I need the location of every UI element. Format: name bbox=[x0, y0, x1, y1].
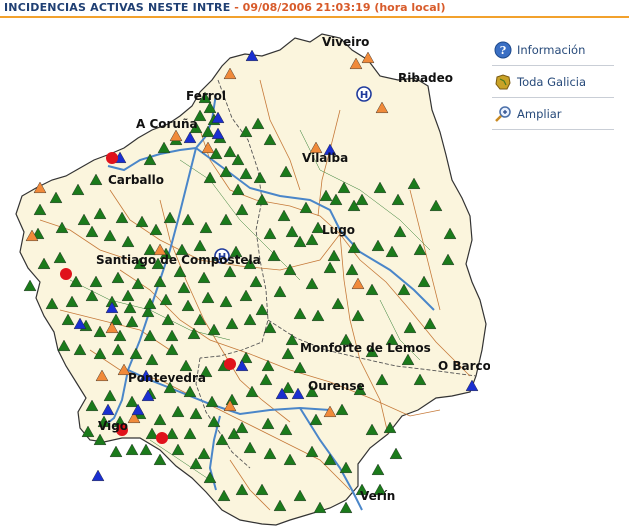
town-label: Verín bbox=[360, 489, 395, 503]
zoom-in-icon bbox=[494, 105, 512, 123]
alert-marker[interactable] bbox=[156, 432, 168, 444]
info-button[interactable]: ? Información bbox=[492, 34, 614, 66]
zoom-label: Ampliar bbox=[517, 106, 562, 121]
svg-text:?: ? bbox=[500, 44, 506, 57]
zoom-button[interactable]: Ampliar bbox=[492, 98, 614, 130]
town-label: A Coruña bbox=[136, 117, 198, 131]
page-header: INCIDENCIAS ACTIVAS NESTE INTRE - 09/08/… bbox=[0, 0, 629, 18]
town-label: Lugo bbox=[322, 223, 355, 237]
info-icon: ? bbox=[494, 41, 512, 59]
town-label: Carballo bbox=[108, 173, 164, 187]
town-label: O Barco bbox=[438, 359, 490, 373]
alert-marker[interactable] bbox=[224, 358, 236, 370]
side-menu: ? Información Toda Galicia Ampliar bbox=[492, 34, 614, 130]
alert-marker[interactable] bbox=[106, 152, 118, 164]
svg-text:H: H bbox=[360, 90, 368, 101]
town-label: Ourense bbox=[308, 379, 365, 393]
timestamp: 09/08/2006 21:03:19 (hora local) bbox=[242, 1, 446, 14]
town-label: Vigo bbox=[98, 419, 128, 433]
galicia-map-icon bbox=[494, 73, 512, 91]
all-galicia-button[interactable]: Toda Galicia bbox=[492, 66, 614, 98]
info-label: Información bbox=[517, 42, 586, 57]
town-label: Monforte de Lemos bbox=[300, 341, 431, 355]
all-galicia-label: Toda Galicia bbox=[517, 74, 587, 89]
town-label: Viveiro bbox=[322, 35, 369, 49]
town-label: Santiago de Compostela bbox=[96, 253, 261, 267]
town-label: Pontevedra bbox=[128, 371, 206, 385]
town-label: Vilalba bbox=[302, 151, 348, 165]
title-separator: - bbox=[230, 1, 243, 14]
hospital-icon[interactable]: H bbox=[356, 86, 372, 102]
alert-marker[interactable] bbox=[60, 268, 72, 280]
town-label: Ribadeo bbox=[398, 71, 453, 85]
town-label: Ferrol bbox=[186, 89, 226, 103]
galicia-map[interactable]: HH ViveiroRibadeoFerrolA CoruñaVilalbaCa… bbox=[0, 20, 490, 528]
page-title: INCIDENCIAS ACTIVAS NESTE INTRE bbox=[4, 1, 231, 14]
